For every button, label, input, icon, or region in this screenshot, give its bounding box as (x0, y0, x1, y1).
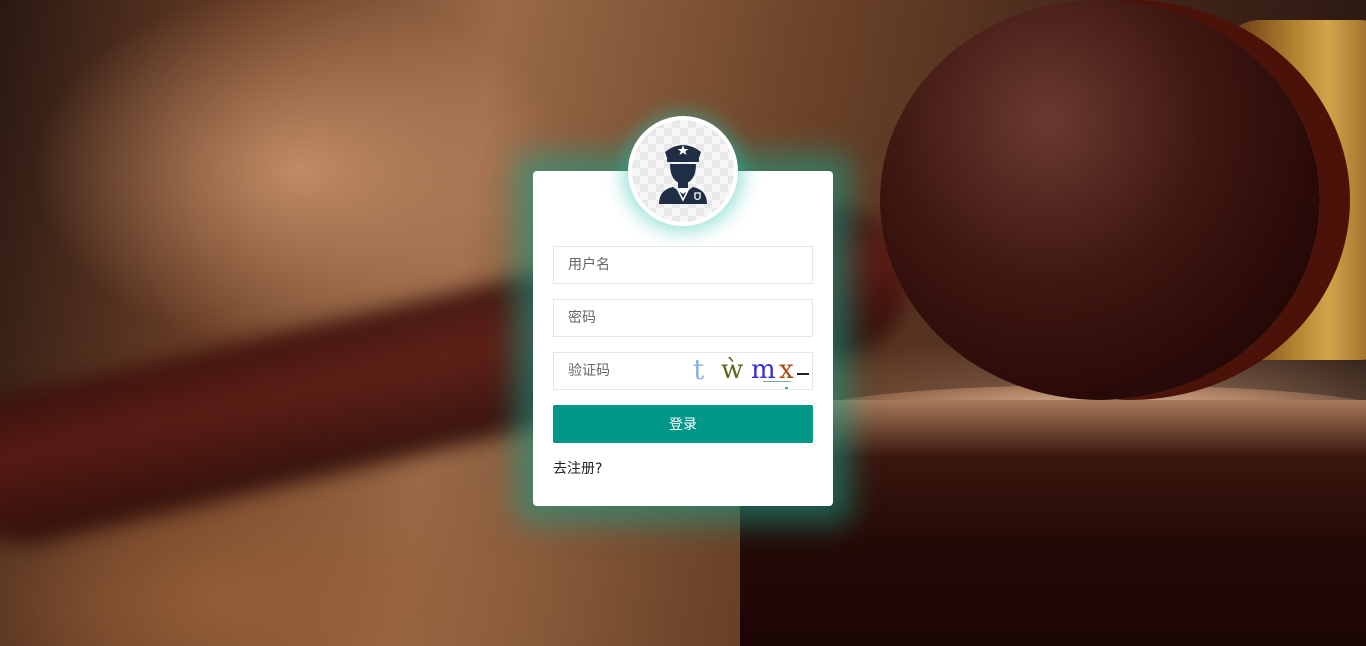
avatar (628, 116, 738, 226)
police-officer-icon (659, 145, 707, 204)
captcha-noise-line (763, 381, 791, 382)
gavel-head (880, 0, 1320, 400)
captcha-field[interactable]: t ẁ m x (553, 352, 813, 390)
username-field[interactable] (553, 246, 813, 284)
password-field[interactable] (553, 299, 813, 337)
captcha-char: t (693, 353, 705, 386)
register-link[interactable]: 去注册? (553, 458, 602, 478)
captcha-input[interactable] (554, 353, 694, 389)
captcha-noise-dot (785, 387, 788, 389)
sound-block (740, 400, 1366, 646)
username-input[interactable] (554, 247, 812, 283)
captcha-image[interactable]: t ẁ m x (693, 353, 811, 389)
captcha-char: ẁ (721, 355, 744, 385)
password-input[interactable] (554, 300, 812, 336)
login-button[interactable]: 登录 (553, 405, 813, 443)
captcha-noise-line (797, 373, 809, 375)
